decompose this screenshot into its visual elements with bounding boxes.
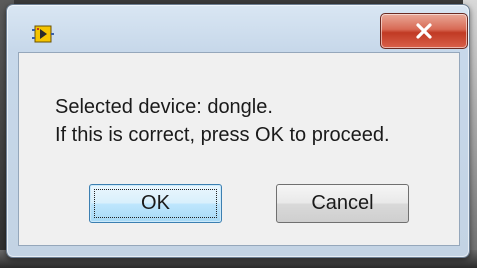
message-text: Selected device: dongle. If this is corr…: [55, 93, 390, 149]
close-icon: [415, 23, 433, 39]
message-dialog: Selected device: dongle. If this is corr…: [6, 4, 470, 258]
ok-button[interactable]: OK: [89, 184, 222, 223]
dialog-body: Selected device: dongle. If this is corr…: [18, 52, 460, 246]
labview-app-icon: [32, 23, 54, 45]
focus-rectangle: [94, 189, 217, 218]
message-line-2: If this is correct, press OK to proceed.: [55, 124, 390, 146]
close-button[interactable]: [380, 13, 468, 49]
cancel-button-label: Cancel: [311, 192, 374, 214]
cancel-button[interactable]: Cancel: [276, 184, 409, 223]
title-bar[interactable]: [7, 5, 469, 49]
message-line-1: Selected device: dongle.: [55, 96, 273, 118]
